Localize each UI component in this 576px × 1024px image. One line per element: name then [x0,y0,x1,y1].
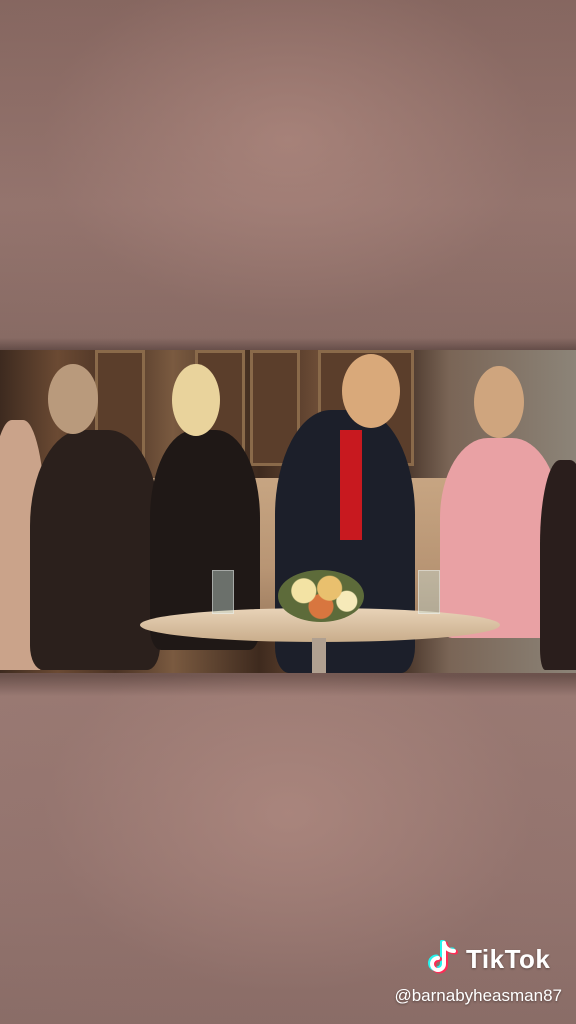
person-head [48,364,98,434]
blurred-background-top [0,0,576,350]
tiktok-watermark: TikTok [426,939,551,978]
person-right-edge [540,460,576,670]
person-head [342,354,400,428]
water-glass [212,570,234,614]
tiktok-brand-text: TikTok [466,943,551,974]
tiktok-note-icon [426,939,460,978]
video-frame[interactable] [0,350,576,673]
red-tie [340,430,362,540]
person-host-left [30,430,160,670]
table-leg [312,638,326,673]
person-head [474,366,524,438]
water-glass [418,570,440,614]
flower-arrangement [278,570,364,622]
person-head [172,364,220,436]
creator-handle: @barnabyheasman87 [394,986,562,1005]
